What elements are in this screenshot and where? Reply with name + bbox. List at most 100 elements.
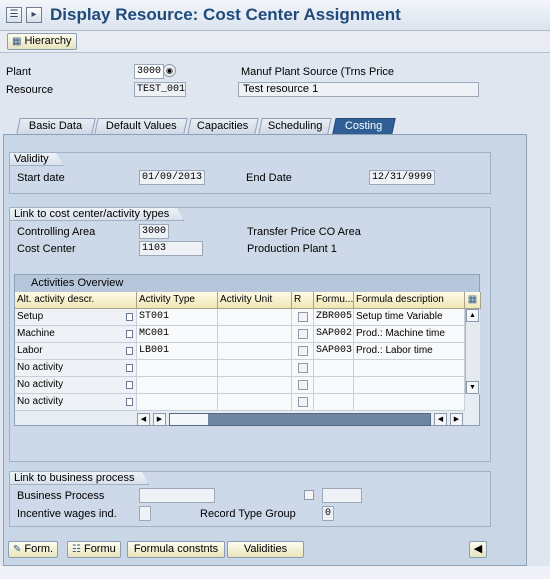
- col-formula[interactable]: Formu...: [314, 292, 354, 309]
- table-settings-icon[interactable]: ▦: [465, 292, 481, 309]
- validities-button[interactable]: Validities: [227, 541, 304, 558]
- scroll-left-icon[interactable]: ◀: [137, 413, 150, 426]
- table-row[interactable]: Labor LB001 SAP003 Prod.: Labor time: [15, 343, 465, 360]
- scroll-down-icon[interactable]: ▼: [466, 381, 479, 394]
- row-checkbox[interactable]: [298, 312, 308, 322]
- record-type-group-label: Record Type Group: [200, 508, 296, 520]
- col-alt-activity[interactable]: Alt. activity descr.: [15, 292, 137, 309]
- scroll-up-icon[interactable]: ▲: [466, 309, 479, 322]
- row-checkbox[interactable]: [298, 380, 308, 390]
- start-date-field[interactable]: 01/09/2013: [139, 170, 205, 185]
- scroll-right-icon[interactable]: ▶: [153, 413, 166, 426]
- table-row[interactable]: Machine MC001 SAP002 Prod.: Machine time: [15, 326, 465, 343]
- row-formula[interactable]: ZBR005: [314, 309, 354, 326]
- row-formula[interactable]: [314, 394, 354, 411]
- incentive-wages-field[interactable]: [139, 506, 151, 521]
- tab-basic-data[interactable]: Basic Data: [16, 118, 96, 134]
- vertical-scrollbar[interactable]: ▲ ▼: [465, 309, 480, 394]
- f4-help-icon[interactable]: [126, 364, 133, 372]
- row-activity-type[interactable]: [137, 394, 218, 411]
- row-descr[interactable]: No activity: [15, 377, 137, 394]
- col-activity-type[interactable]: Activity Type: [137, 292, 218, 309]
- row-activity-type[interactable]: ST001: [137, 309, 218, 326]
- row-descr[interactable]: Setup: [15, 309, 137, 326]
- row-activity-unit[interactable]: [218, 326, 292, 343]
- hierarchy-button[interactable]: ▦ Hierarchy: [7, 33, 77, 50]
- row-activity-unit[interactable]: [218, 309, 292, 326]
- row-descr[interactable]: No activity: [15, 360, 137, 377]
- plant-help-icon[interactable]: ◉: [163, 64, 176, 77]
- row-r: [292, 360, 314, 377]
- row-formula[interactable]: [314, 360, 354, 377]
- table-header: Alt. activity descr. Activity Type Activ…: [15, 292, 481, 309]
- col-activity-unit[interactable]: Activity Unit: [218, 292, 292, 309]
- f4-help-icon[interactable]: [126, 398, 133, 406]
- row-activity-type[interactable]: MC001: [137, 326, 218, 343]
- formula-constants-button[interactable]: Formula constnts: [127, 541, 225, 558]
- row-descr[interactable]: Machine: [15, 326, 137, 343]
- end-date-field[interactable]: 12/31/9999: [369, 170, 435, 185]
- horizontal-scrollbar[interactable]: [169, 413, 431, 426]
- page-title: Display Resource: Cost Center Assignment: [50, 5, 401, 24]
- validity-group: Validity Start date 01/09/2013 End Date …: [9, 152, 491, 194]
- row-formula[interactable]: SAP003: [314, 343, 354, 360]
- row-descr[interactable]: Labor: [15, 343, 137, 360]
- resource-description: Test resource 1: [238, 82, 479, 97]
- table-row[interactable]: Setup ST001 ZBR005 Setup time Variable: [15, 309, 465, 326]
- formula-button-1[interactable]: ✎ Form.: [8, 541, 59, 558]
- tab-scheduling[interactable]: Scheduling: [258, 118, 332, 134]
- f4-help-icon[interactable]: [126, 313, 133, 321]
- row-activity-unit[interactable]: [218, 343, 292, 360]
- row-checkbox[interactable]: [298, 329, 308, 339]
- row-activity-unit[interactable]: [218, 360, 292, 377]
- row-descr[interactable]: No activity: [15, 394, 137, 411]
- row-descr-text: No activity: [17, 396, 64, 407]
- row-formula[interactable]: SAP002: [314, 326, 354, 343]
- tab-label: Costing: [345, 120, 383, 132]
- tab-capacities[interactable]: Capacities: [187, 118, 259, 134]
- business-process-group: Link to business process Business Proces…: [9, 471, 491, 527]
- activities-title: Activities Overview: [15, 275, 479, 292]
- row-checkbox[interactable]: [298, 346, 308, 356]
- f4-help-icon[interactable]: [126, 381, 133, 389]
- tab-costing[interactable]: Costing: [332, 118, 396, 134]
- row-formula-description: Setup time Variable: [354, 309, 465, 326]
- formula-button-2[interactable]: ☷ Formu: [67, 541, 121, 558]
- row-activity-type[interactable]: [137, 377, 218, 394]
- row-activity-unit[interactable]: [218, 377, 292, 394]
- row-checkbox[interactable]: [298, 397, 308, 407]
- col-formula-description[interactable]: Formula description: [354, 292, 465, 309]
- f4-help-icon[interactable]: [126, 330, 133, 338]
- formula-button-1-label: Form.: [24, 543, 54, 555]
- command-icon[interactable]: ▸: [26, 7, 42, 23]
- table-row[interactable]: No activity: [15, 360, 465, 377]
- business-process-field[interactable]: [139, 488, 215, 503]
- cost-center-field[interactable]: 1103: [139, 241, 203, 256]
- f4-help-icon[interactable]: [126, 347, 133, 355]
- scroll-right-icon[interactable]: ▶: [450, 413, 463, 426]
- business-process-checkbox[interactable]: [304, 490, 314, 500]
- controlling-area-field[interactable]: 3000: [139, 224, 169, 239]
- row-formula-description: [354, 360, 465, 377]
- row-r: [292, 343, 314, 360]
- row-activity-type[interactable]: [137, 360, 218, 377]
- table-row[interactable]: No activity: [15, 394, 465, 411]
- horizontal-scroll-thumb[interactable]: [170, 414, 208, 425]
- navigate-back-button[interactable]: ◀: [469, 541, 487, 558]
- plant-field[interactable]: 3000: [134, 64, 164, 79]
- row-activity-unit[interactable]: [218, 394, 292, 411]
- col-r[interactable]: R: [292, 292, 314, 309]
- scroll-left-icon[interactable]: ◀: [434, 413, 447, 426]
- row-checkbox[interactable]: [298, 363, 308, 373]
- resource-field[interactable]: TEST_001: [134, 82, 186, 97]
- business-process-extra-field[interactable]: [322, 488, 362, 503]
- row-activity-type[interactable]: LB001: [137, 343, 218, 360]
- table-row[interactable]: No activity: [15, 377, 465, 394]
- formula-icon: ✎: [13, 544, 22, 555]
- tab-default-values[interactable]: Default Values: [94, 118, 188, 134]
- controlling-area-label: Controlling Area: [17, 226, 96, 238]
- record-type-group-field[interactable]: 0: [322, 506, 334, 521]
- hierarchy-icon: ▦: [12, 36, 22, 47]
- menu-icon[interactable]: ☰: [6, 7, 22, 23]
- row-formula[interactable]: [314, 377, 354, 394]
